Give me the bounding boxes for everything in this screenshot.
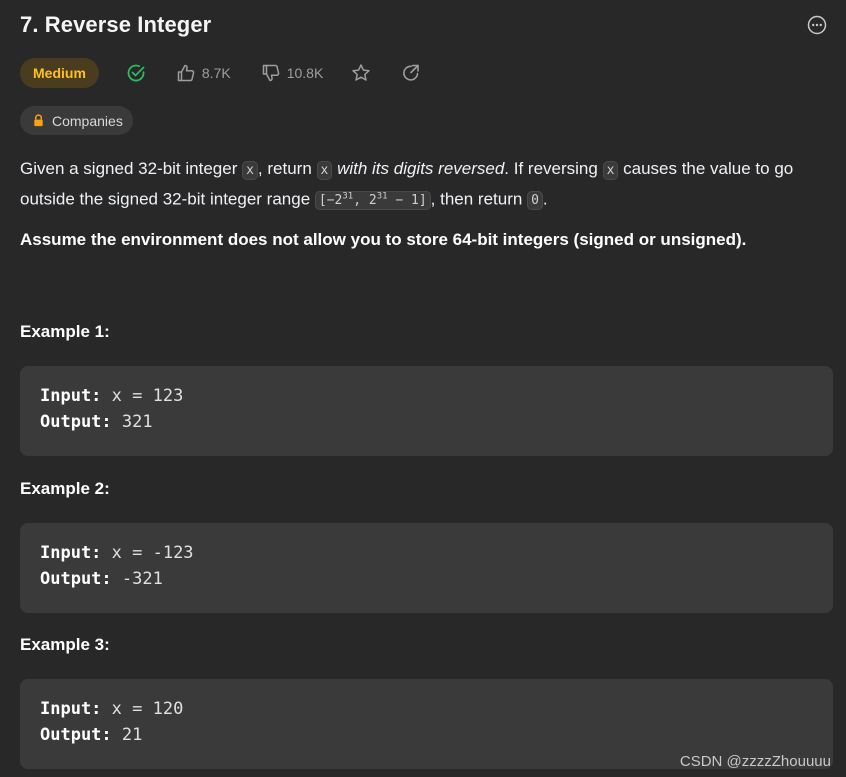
star-icon[interactable] [351,63,371,83]
example-input: Input: x = 120 [40,699,183,719]
desc-text: . [542,189,548,209]
code-x: x [242,161,258,180]
output-label: Output: [40,569,112,589]
example-input: Input: x = 123 [40,386,183,406]
solved-check-icon [127,64,145,82]
example-title: Example 1: [20,322,110,341]
code-zero: 0 [527,191,543,211]
example-output: Output: 21 [40,725,142,745]
meta-row: Medium 8.7K 10.8K [20,58,421,88]
input-value: x = 123 [101,386,184,406]
range-part: , 2 [353,193,377,209]
problem-title: 7. Reverse Integer [20,12,212,37]
desc-text: , then return [430,189,528,209]
companies-button[interactable]: Companies [20,106,133,135]
share-icon[interactable] [401,63,421,83]
input-label: Input: [40,543,102,563]
thumbs-down-icon [262,64,280,82]
input-value: x = 120 [101,699,184,719]
range-part: − 1] [387,193,427,209]
desc-text: Given a signed 32-bit integer [20,159,243,178]
more-options-icon[interactable] [807,15,827,35]
output-label: Output: [40,412,112,432]
lock-icon [34,114,43,127]
example-title: Example 2: [20,479,110,498]
range-exponent: 31 [376,192,388,202]
input-value: x = -123 [101,543,194,563]
companies-label: Companies [52,112,123,129]
watermark: CSDN @zzzzZhouuuu [679,753,831,770]
code-range: [−231, 231 − 1] [314,191,431,211]
example-box: Input: x = 123 Output: 321 [20,366,833,456]
assumption-note: Assume the environment does not allow yo… [20,230,747,249]
example-output: Output: -321 [40,569,163,589]
desc-emphasis: with its digits reversed [332,159,505,178]
code-x: x [316,161,333,180]
range-part: [−2 [318,193,343,209]
problem-description: Given a signed 32-bit integer x, return … [20,156,830,214]
example-box: Input: x = -123 Output: -321 [20,523,833,613]
desc-text: , return [257,159,317,178]
description-paragraph: Given a signed 32-bit integer x, return … [20,156,830,214]
desc-text: . If reversing [504,159,603,178]
code-x: x [602,161,619,180]
thumbs-up-icon [177,64,195,82]
example-output: Output: 321 [40,412,153,432]
like-count: 8.7K [201,65,231,81]
dislike-button[interactable]: 10.8K [261,63,324,83]
like-button[interactable]: 8.7K [176,63,231,83]
example-input: Input: x = -123 [40,543,194,563]
example-title: Example 3: [20,635,110,654]
range-exponent: 31 [342,192,354,202]
input-label: Input: [40,699,102,719]
difficulty-badge: Medium [20,58,99,88]
dislike-count: 10.8K [286,65,324,81]
output-value: 21 [111,725,143,745]
output-label: Output: [40,725,112,745]
input-label: Input: [40,386,102,406]
output-value: -321 [111,569,163,589]
output-value: 321 [111,412,153,432]
